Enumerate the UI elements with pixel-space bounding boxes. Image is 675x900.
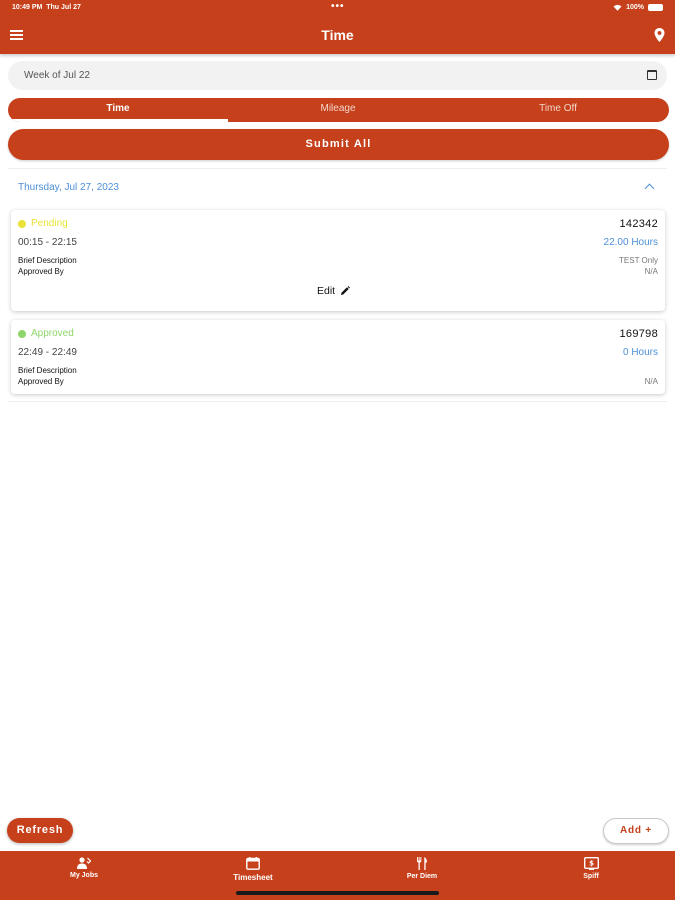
location-pin-icon[interactable] (654, 28, 665, 42)
battery-icon (648, 4, 663, 11)
status-indicator: Pending (18, 218, 68, 229)
brief-description-label: Brief Description (18, 366, 77, 375)
add-button[interactable]: Add + (603, 818, 669, 844)
status-bar: 10:49 PM Thu Jul 27 ••• 100% (0, 0, 675, 16)
date-group-header[interactable]: Thursday, Jul 27, 2023 (8, 168, 667, 205)
nav-label: Per Diem (406, 873, 438, 880)
status-right: 100% (613, 4, 663, 11)
tab-time-off[interactable]: Time Off (448, 98, 668, 122)
nav-label: Spiff (583, 873, 599, 880)
nav-my-jobs[interactable]: My Jobs (24, 857, 144, 879)
status-indicator: Approved (18, 328, 74, 339)
status-label: Pending (31, 218, 68, 229)
divider (8, 401, 667, 402)
approved-by-label: Approved By (18, 377, 64, 386)
timesheet-icon (246, 857, 260, 870)
tab-bar: Time Mileage Time Off (8, 98, 669, 122)
edit-label: Edit (317, 285, 336, 297)
page-title: Time (321, 27, 354, 43)
time-entry-card[interactable]: Approved 169798 22:49 - 22:49 0 Hours Br… (11, 320, 665, 394)
screen: 10:49 PM Thu Jul 27 ••• 100% Time Week o… (0, 0, 675, 900)
nav-label: Timesheet (233, 873, 273, 882)
nav-per-diem[interactable]: Per Diem (362, 857, 482, 880)
svg-text:$: $ (589, 860, 594, 868)
hours-total: 22.00 Hours (603, 237, 658, 248)
spiff-icon: $ (583, 857, 599, 870)
submit-all-button[interactable]: Submit All (8, 129, 669, 160)
week-label: Week of Jul 22 (24, 70, 90, 81)
hours-total: 0 Hours (622, 347, 658, 358)
edit-button[interactable]: Edit (317, 285, 351, 297)
status-time: 10:49 PM Thu Jul 27 (12, 4, 81, 11)
nav-label: My Jobs (69, 872, 98, 879)
status-label: Approved (31, 328, 74, 339)
refresh-button[interactable]: Refresh (7, 818, 73, 843)
status-dot-icon (18, 329, 26, 338)
nav-timesheet[interactable]: Timesheet (193, 857, 313, 882)
active-tab-indicator (8, 119, 228, 122)
brief-description-value: TEST Only (619, 256, 658, 265)
time-range: 00:15 - 22:15 (18, 237, 77, 248)
week-selector[interactable]: Week of Jul 22 (8, 61, 667, 90)
per-diem-icon (417, 857, 427, 870)
approved-by-value: N/A (644, 377, 658, 386)
chevron-up-icon[interactable] (644, 183, 655, 194)
brief-description-label: Brief Description (18, 256, 77, 265)
jobs-icon (77, 857, 91, 869)
app-bar: Time (0, 16, 675, 54)
pencil-icon (341, 286, 351, 295)
wifi-icon (613, 4, 622, 11)
entry-id: 169798 (619, 328, 658, 340)
nav-spiff[interactable]: $ Spiff (531, 857, 651, 880)
calendar-icon[interactable] (647, 70, 657, 80)
entry-id: 142342 (619, 218, 658, 230)
battery-percent: 100% (626, 4, 644, 11)
time-entry-card[interactable]: Pending 142342 00:15 - 22:15 22.00 Hours… (11, 210, 665, 311)
approved-by-value: N/A (644, 267, 658, 276)
multitask-dots[interactable]: ••• (331, 1, 345, 12)
approved-by-label: Approved By (18, 267, 64, 276)
home-indicator[interactable] (236, 891, 439, 895)
date-group-label: Thursday, Jul 27, 2023 (18, 182, 119, 193)
tab-mileage[interactable]: Mileage (228, 98, 448, 122)
status-dot-icon (18, 219, 26, 228)
time-range: 22:49 - 22:49 (18, 347, 77, 358)
